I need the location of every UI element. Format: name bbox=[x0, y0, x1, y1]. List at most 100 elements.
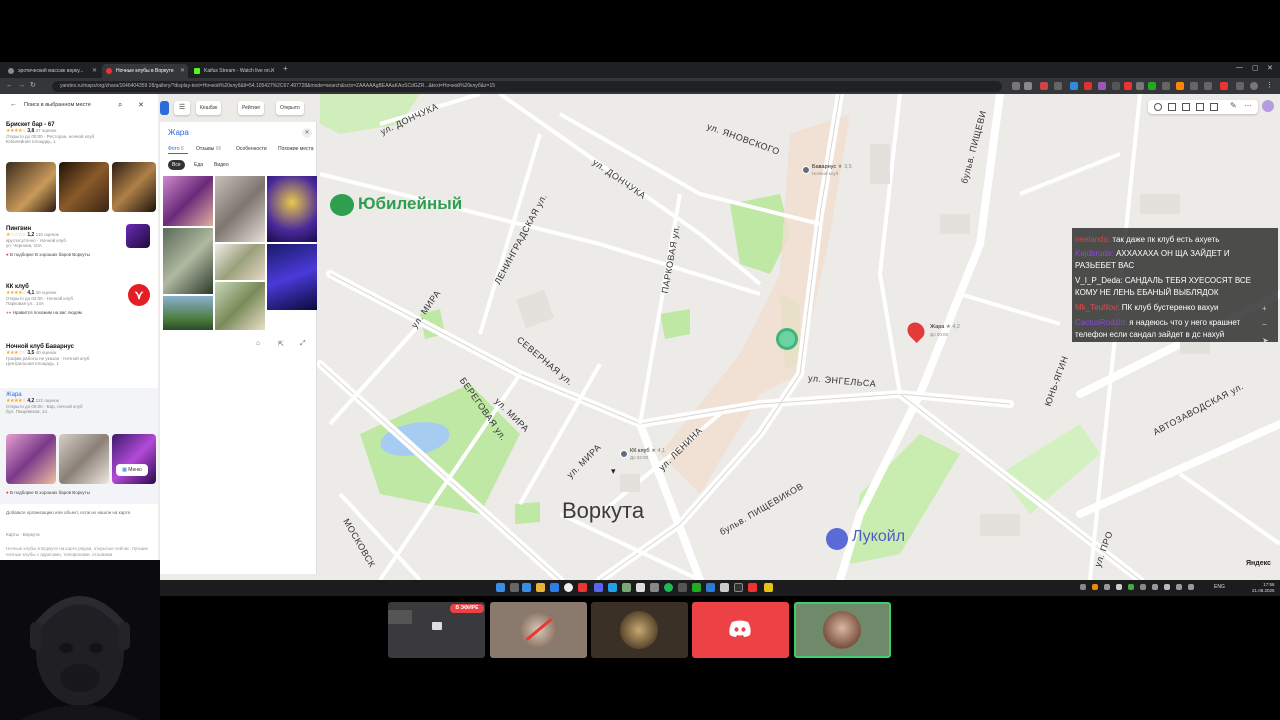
tray-icon[interactable] bbox=[1104, 584, 1110, 590]
extension-icon[interactable] bbox=[1162, 82, 1170, 90]
app-icon[interactable] bbox=[764, 583, 773, 592]
back-arrow-icon[interactable]: ← bbox=[10, 101, 17, 108]
tray-icon[interactable] bbox=[1176, 584, 1182, 590]
participant-tile-speaking[interactable] bbox=[794, 602, 891, 658]
extension-icon[interactable] bbox=[1190, 82, 1198, 90]
tray-icon[interactable] bbox=[1164, 584, 1170, 590]
screenshare-tile[interactable]: В ЭФИРЕ bbox=[388, 602, 485, 658]
browser-tab-3[interactable]: Kaifus Stream - Watch live on... ✕ bbox=[190, 64, 278, 78]
chip-all[interactable]: Все bbox=[168, 160, 185, 170]
more-icon[interactable]: ⋯ bbox=[1244, 101, 1252, 110]
extension-icon[interactable] bbox=[1236, 82, 1244, 90]
app-icon[interactable] bbox=[692, 583, 701, 592]
tab-similar[interactable]: Похожие места bbox=[278, 146, 316, 152]
reload-icon[interactable]: ↻ bbox=[30, 81, 36, 91]
gallery-photo[interactable] bbox=[163, 176, 213, 226]
collapse-panel-button[interactable] bbox=[160, 101, 169, 115]
locate-icon[interactable]: ➤ bbox=[1262, 336, 1269, 345]
chip-food[interactable]: Еда bbox=[190, 160, 207, 170]
filter-settings-icon[interactable]: ☰ bbox=[174, 101, 190, 115]
layers-icon[interactable] bbox=[1154, 103, 1162, 111]
telegram-icon[interactable] bbox=[608, 583, 617, 592]
result-photo[interactable] bbox=[6, 162, 56, 212]
zoom-out-icon[interactable]: − bbox=[1262, 320, 1267, 329]
gas-station-icon[interactable] bbox=[826, 528, 848, 550]
app-icon[interactable] bbox=[678, 583, 687, 592]
selected-pin-icon[interactable] bbox=[776, 328, 798, 350]
extension-icon[interactable] bbox=[1124, 82, 1132, 90]
gallery-photo[interactable] bbox=[267, 176, 317, 242]
share-icon[interactable] bbox=[1210, 103, 1218, 111]
expand-icon[interactable]: ⤢ bbox=[300, 340, 306, 348]
tab-features[interactable]: Особенности bbox=[236, 146, 267, 152]
gallery-photo[interactable] bbox=[215, 282, 265, 330]
close-tab-icon[interactable]: ✕ bbox=[180, 64, 185, 78]
nightclub-pin-icon[interactable] bbox=[620, 450, 628, 458]
ruler-icon[interactable]: ✎ bbox=[1230, 101, 1237, 110]
app-icon[interactable] bbox=[706, 583, 715, 592]
spotify-icon[interactable] bbox=[664, 583, 673, 592]
start-menu-icon[interactable] bbox=[496, 583, 505, 592]
result-logo[interactable] bbox=[126, 224, 150, 248]
browser-tab-1[interactable]: эротический массаж ворку... ✕ bbox=[4, 64, 100, 78]
close-tab-icon[interactable]: ✕ bbox=[270, 64, 275, 78]
tray-icon[interactable] bbox=[1152, 584, 1158, 590]
close-window-icon[interactable]: ✕ bbox=[1267, 64, 1273, 72]
tray-icon[interactable] bbox=[1128, 584, 1134, 590]
chip-video[interactable]: Видео bbox=[210, 160, 233, 170]
poi-label-lukoil[interactable]: Лукойл bbox=[852, 528, 905, 546]
filter-rating[interactable]: Рейтинг bbox=[238, 101, 265, 115]
obs-icon[interactable] bbox=[734, 583, 743, 592]
tray-icon[interactable] bbox=[1116, 584, 1122, 590]
tray-icon[interactable] bbox=[1080, 584, 1086, 590]
poi-name[interactable]: КК клуб ★ 4,1 bbox=[630, 448, 665, 454]
result-photo[interactable] bbox=[112, 434, 156, 484]
footer-links[interactable]: Карты · Воркута bbox=[6, 532, 40, 537]
close-icon[interactable]: ✕ bbox=[302, 128, 312, 138]
poi-name[interactable]: Баварнус ★ 3,5 bbox=[812, 164, 852, 170]
extension-icon[interactable] bbox=[1148, 82, 1156, 90]
tab-photos[interactable]: Фото 8 bbox=[168, 146, 184, 152]
extension-icon[interactable] bbox=[1040, 82, 1048, 90]
zoom-in-icon[interactable]: + bbox=[1262, 304, 1267, 313]
user-avatar[interactable] bbox=[1262, 100, 1274, 112]
extension-icon[interactable] bbox=[1176, 82, 1184, 90]
nightclub-pin-icon[interactable] bbox=[802, 166, 810, 174]
close-tab-icon[interactable]: ✕ bbox=[92, 64, 97, 78]
print-icon[interactable] bbox=[1182, 103, 1190, 111]
gallery-photo[interactable] bbox=[215, 176, 265, 242]
url-field[interactable]: yandex.ru/maps/org/zhara/1646404359 28/g… bbox=[52, 81, 1002, 92]
forward-icon[interactable]: → bbox=[18, 81, 25, 91]
profile-avatar[interactable] bbox=[1250, 82, 1258, 90]
browser-menu-icon[interactable]: ⋮ bbox=[1266, 81, 1273, 91]
search-icon[interactable]: ⌕ bbox=[118, 100, 122, 110]
clock[interactable]: 17:56 21.08.2025 bbox=[1252, 582, 1275, 594]
tab-reviews[interactable]: Отзывы 96 bbox=[196, 146, 221, 152]
app-icon[interactable] bbox=[550, 583, 559, 592]
tray-icon[interactable] bbox=[1140, 584, 1146, 590]
app-icon[interactable] bbox=[636, 583, 645, 592]
result-item[interactable]: Брискет бар - 67 ★★★★☆ 3,8 37 оценок Отк… bbox=[6, 122, 156, 144]
extension-icon[interactable] bbox=[1098, 82, 1106, 90]
gallery-photo[interactable] bbox=[267, 244, 317, 310]
extension-icon[interactable] bbox=[1070, 82, 1078, 90]
tray-icon[interactable] bbox=[1188, 584, 1194, 590]
participant-tile[interactable] bbox=[591, 602, 688, 658]
app-icon[interactable] bbox=[622, 583, 631, 592]
filter-cashback[interactable]: Кешбэк bbox=[196, 101, 222, 115]
discord-icon[interactable] bbox=[594, 583, 603, 592]
gallery-photo[interactable] bbox=[163, 228, 213, 294]
poi-name[interactable]: Жара ★ 4,2 bbox=[930, 324, 960, 330]
poi-label-yubileyny[interactable]: Юбилейный bbox=[358, 194, 462, 214]
extension-icon[interactable] bbox=[1136, 82, 1144, 90]
gallery-photo[interactable] bbox=[215, 244, 265, 280]
yandex-logo[interactable]: Яндекс bbox=[1246, 560, 1271, 567]
language-indicator[interactable]: ENG bbox=[1214, 584, 1225, 590]
extension-icon[interactable] bbox=[1112, 82, 1120, 90]
result-photo[interactable] bbox=[59, 434, 109, 484]
extension-icon[interactable] bbox=[1220, 82, 1228, 90]
browser-tab-2[interactable]: Ночные клубы в Воркуте ✕ bbox=[102, 64, 188, 78]
result-photo[interactable] bbox=[6, 434, 56, 484]
add-org-text[interactable]: Добавьте организацию или объект, если их… bbox=[6, 510, 152, 516]
close-icon[interactable]: ✕ bbox=[138, 101, 144, 109]
